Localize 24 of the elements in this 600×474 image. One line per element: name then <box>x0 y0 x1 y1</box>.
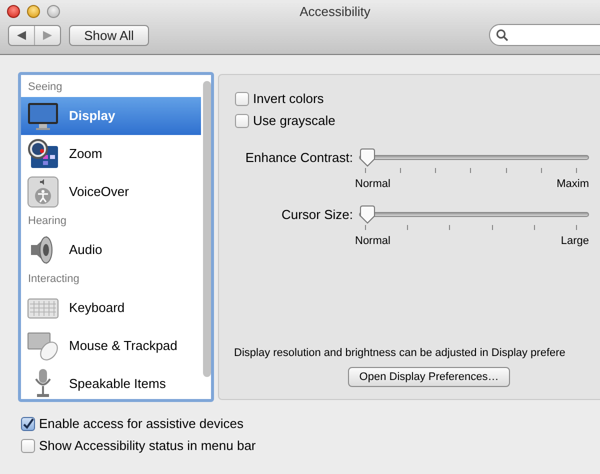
sidebar-item[interactable]: Speakable Items <box>21 365 201 399</box>
sidebar-item[interactable]: Zoom <box>21 135 201 173</box>
checkbox-label: Use grayscale <box>253 112 336 130</box>
sidebar-item[interactable]: Keyboard <box>21 289 201 327</box>
slider-max-label: Maxim <box>556 176 589 192</box>
slider-min-label: Normal <box>355 176 390 192</box>
checkbox-label: Invert colors <box>253 90 324 108</box>
sidebar-item[interactable]: VoiceOver <box>21 173 201 211</box>
slider-min-label: Normal <box>355 234 390 249</box>
display-note: Display resolution and brightness can be adjusted in Display prefere <box>233 346 566 360</box>
slider-max-label: Large <box>560 234 589 249</box>
show-all-button[interactable]: Show All <box>69 24 149 46</box>
slider-label: Enhance Contrast: <box>245 149 353 168</box>
section-header: Interacting <box>27 272 80 287</box>
checkbox-label: Enable access for assistive devices <box>39 415 244 434</box>
sidebar-item[interactable]: Mouse & Trackpad <box>21 327 201 365</box>
section-header: Seeing <box>27 80 64 95</box>
section-header: Hearing <box>27 214 68 229</box>
sidebar-item[interactable]: Audio <box>21 231 201 269</box>
sidebar-item[interactable]: Display <box>21 97 201 135</box>
slider-label: Cursor Size: <box>281 206 353 224</box>
checkbox-label: Show Accessibility status in menu bar <box>39 437 256 456</box>
window-title: Accessibility <box>300 2 370 21</box>
open-display-preferences-button[interactable]: Open Display Preferences… <box>348 367 510 387</box>
